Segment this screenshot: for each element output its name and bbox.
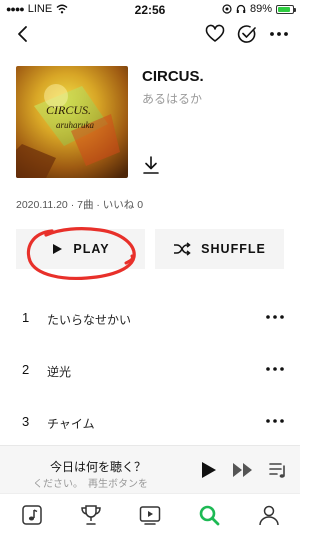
profile-icon[interactable] [257,503,281,527]
cover-text-artist: aruharuka [56,120,94,130]
queue-icon[interactable] [268,460,288,480]
status-bar: ●●●● LINE 22:56 89% [0,0,300,20]
mini-player-subtitle: ください。 再生ボタンを [33,479,148,490]
track-row[interactable]: 3 チャイム [0,398,300,450]
track-row[interactable]: 1 たいらなせかい [0,294,300,346]
play-button[interactable]: PLAY [16,229,145,269]
tab-bar [0,493,300,533]
album-art: CIRCUS. aruharuka [16,66,128,178]
cover-text-title: CIRCUS. [46,103,91,117]
track-number: 1 [22,310,30,325]
top-actions [204,23,290,45]
back-chevron-icon[interactable] [12,23,34,45]
music-note-icon[interactable] [20,503,44,527]
video-icon[interactable] [138,503,162,527]
track-more-icon[interactable] [264,306,286,328]
track-more-icon[interactable] [264,410,286,432]
shuffle-icon [174,242,191,256]
top-nav [0,20,300,48]
mini-player-title: 今日は何を聴く？ [50,460,147,474]
track-title: 逆光 [47,365,72,379]
play-label: PLAY [73,242,110,256]
track-title: たいらなせかい [47,313,132,327]
heart-icon[interactable] [204,23,226,45]
battery-icon [276,4,296,14]
album-title: CIRCUS. [142,68,204,85]
album-artist[interactable]: あるはるか [142,90,202,107]
mini-play-icon[interactable] [198,460,218,480]
track-number: 2 [22,362,30,377]
headphones-icon [236,4,246,13]
fast-forward-icon[interactable] [232,461,254,479]
more-icon[interactable] [268,23,290,45]
check-circle-icon[interactable] [236,23,258,45]
status-right: 89% [222,3,296,15]
track-number: 3 [22,414,30,429]
search-icon[interactable] [197,503,221,527]
location-icon [222,4,232,14]
album-meta: 2020.11.20 · 7曲 · いいね 0 [16,199,144,211]
battery-percent: 89% [249,3,272,15]
play-icon [53,244,63,254]
trophy-icon[interactable] [79,503,103,527]
album-cover: CIRCUS. aruharuka [16,66,128,178]
shuffle-label: SHUFFLE [201,242,266,256]
track-more-icon[interactable] [264,358,286,380]
track-row[interactable]: 2 逆光 [0,346,300,398]
mini-player[interactable]: 今日は何を聴く？ ください。 再生ボタンを [0,445,300,493]
shuffle-button[interactable]: SHUFFLE [155,229,284,269]
download-icon[interactable] [140,154,162,176]
track-title: チャイム [47,417,95,431]
